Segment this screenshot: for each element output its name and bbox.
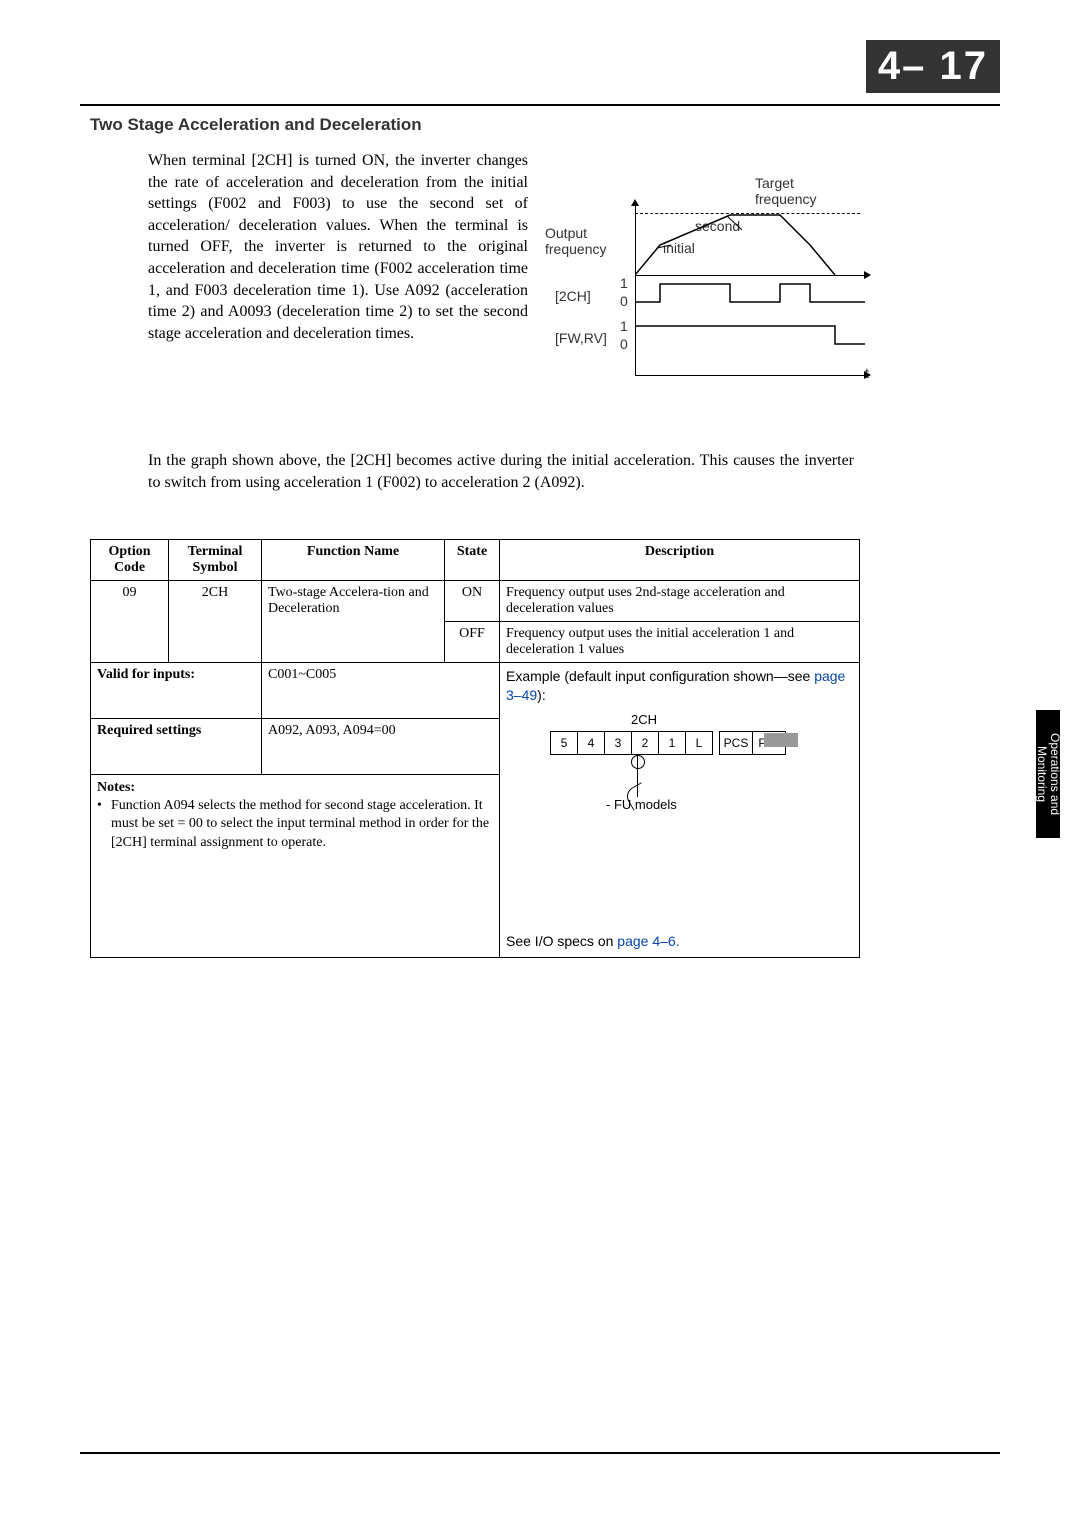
paragraph-2: In the graph shown above, the [2CH] beco… (148, 450, 854, 493)
cell-example: Example (default input configuration sho… (500, 663, 860, 958)
th-func: Function Name (262, 540, 445, 581)
cell-valid-label: Valid for inputs: (91, 663, 262, 719)
cell-valid-value: C001~C005 (262, 663, 500, 719)
link-page-4-6[interactable]: page 4–6. (617, 933, 679, 949)
cell-option: 09 (91, 581, 169, 663)
terminal-block: 2CH 5 4 3 2 1 L PCS P24 - (506, 711, 853, 851)
terminal-5: 5 (550, 731, 578, 755)
cell-desc-on: Frequency output uses 2nd-stage accelera… (500, 581, 860, 622)
label-target-frequency: Target frequency (755, 175, 835, 207)
io-specs-line: See I/O specs on page 4–6. (506, 932, 680, 951)
terminal-1: 1 (658, 731, 686, 755)
fu-models-label: - FU models (606, 796, 677, 814)
page-number-box: 4– 17 (866, 40, 1000, 93)
side-tab: Operations and Monitoring (1036, 710, 1060, 838)
cell-notes: Notes: • Function A094 selects the metho… (91, 774, 500, 957)
th-option: Option Code (91, 540, 169, 581)
jumper-icon (764, 733, 798, 747)
freq-curve (635, 205, 865, 280)
function-table: Option Code Terminal Symbol Function Nam… (90, 539, 860, 958)
wire-icon (637, 767, 638, 797)
notes-bullet: Function A094 selects the method for sec… (111, 797, 493, 852)
section-title: Two Stage Acceleration and Deceleration (90, 115, 422, 135)
cell-desc-off: Frequency output uses the initial accele… (500, 622, 860, 663)
cell-symbol: 2CH (169, 581, 262, 663)
screw-icon (631, 755, 645, 769)
freq-baseline (635, 275, 865, 276)
timing-diagram: Output frequency Target frequency initia… (555, 150, 885, 400)
level-1b: 1 (620, 318, 628, 334)
header-rule (80, 104, 1000, 106)
io-pre: See I/O specs on (506, 933, 617, 949)
cell-state-on: ON (445, 581, 500, 622)
terminal-row: 5 4 3 2 1 L PCS P24 (551, 731, 786, 755)
th-symbol: Terminal Symbol (169, 540, 262, 581)
terminal-3: 3 (604, 731, 632, 755)
footer-rule (80, 1452, 1000, 1454)
example-pre: Example (default input configuration sho… (506, 668, 814, 684)
terminal-4: 4 (577, 731, 605, 755)
th-desc: Description (500, 540, 860, 581)
terminal-L: L (685, 731, 713, 755)
terminal-2ch-label: 2CH (631, 711, 657, 729)
cell-req-value: A092, A093, A094=00 (262, 718, 500, 774)
paragraph-1: When terminal [2CH] is turned ON, the in… (148, 150, 528, 344)
cell-func: Two-stage Accelera-tion and Deceleration (262, 581, 445, 663)
th-state: State (445, 540, 500, 581)
level-1a: 1 (620, 275, 628, 291)
wave-fwrv (635, 320, 865, 348)
notes-title: Notes: (97, 780, 135, 795)
level-0a: 0 (620, 293, 628, 309)
terminal-PCS: PCS (719, 731, 753, 755)
terminal-2: 2 (631, 731, 659, 755)
label-fwrv: [FW,RV] (555, 330, 607, 346)
label-output-frequency: Output frequency (545, 225, 625, 257)
cell-state-off: OFF (445, 622, 500, 663)
wave-2ch (635, 278, 865, 306)
time-axis (635, 375, 865, 376)
example-post: ): (537, 687, 546, 703)
cell-req-label: Required settings (91, 718, 262, 774)
level-0b: 0 (620, 336, 628, 352)
label-2ch: [2CH] (555, 288, 591, 304)
